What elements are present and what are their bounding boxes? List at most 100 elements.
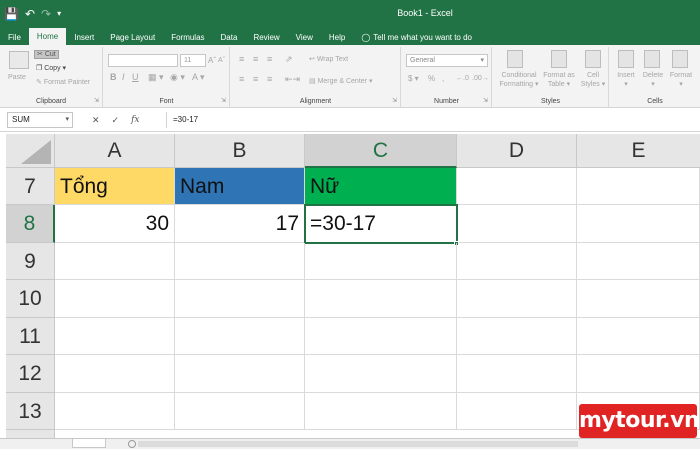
shrink-font-icon[interactable]: Aˇ — [218, 56, 225, 65]
cell-e8[interactable] — [577, 205, 700, 243]
cell-b9[interactable] — [175, 243, 305, 280]
column-header-d[interactable]: D — [457, 134, 577, 168]
column-header-c[interactable]: C — [305, 134, 457, 168]
row-header-7[interactable]: 7 — [6, 168, 55, 205]
tab-formulas[interactable]: Formulas — [163, 30, 212, 45]
cell-c10[interactable] — [305, 280, 457, 318]
tab-data[interactable]: Data — [213, 30, 246, 45]
delete-cells-button[interactable]: Delete ▾ — [640, 71, 666, 89]
cell-c9[interactable] — [305, 243, 457, 280]
dialog-launcher-icon[interactable]: ⇲ — [221, 97, 226, 104]
cell-styles-button[interactable]: Cell Styles ▾ — [579, 71, 607, 89]
font-name-field[interactable] — [108, 54, 178, 67]
cell-a10[interactable] — [55, 280, 175, 318]
sheet-tab[interactable] — [72, 439, 106, 448]
cell-a9[interactable] — [55, 243, 175, 280]
tab-view[interactable]: View — [288, 30, 321, 45]
column-header-e[interactable]: E — [577, 134, 700, 168]
number-format-field[interactable]: General ▾ — [406, 54, 488, 67]
dialog-launcher-icon[interactable]: ⇲ — [392, 97, 397, 104]
cell-e12[interactable] — [577, 355, 700, 393]
row-header-10[interactable]: 10 — [6, 280, 55, 318]
cancel-icon[interactable]: ✕ — [92, 115, 100, 126]
dialog-launcher-icon[interactable]: ⇲ — [94, 97, 99, 104]
tab-file[interactable]: File — [0, 30, 29, 45]
font-size-field[interactable]: 11 — [180, 54, 206, 67]
cell-e10[interactable] — [577, 280, 700, 318]
comma-style-icon[interactable]: , — [442, 74, 444, 83]
paste-icon[interactable] — [9, 51, 29, 69]
cell-d10[interactable] — [457, 280, 577, 318]
row-header-8[interactable]: 8 — [6, 205, 55, 243]
borders-icon[interactable]: ▦ ▾ — [148, 73, 164, 82]
conditional-formatting-button[interactable]: Conditional Formatting ▾ — [497, 71, 541, 89]
format-cells-button[interactable]: Format ▾ — [667, 71, 695, 89]
insert-function-icon[interactable]: fx — [131, 115, 139, 125]
cell-b10[interactable] — [175, 280, 305, 318]
cell-d9[interactable] — [457, 243, 577, 280]
tab-insert[interactable]: Insert — [66, 30, 102, 45]
increase-decimal-icon[interactable]: ←.0 — [456, 74, 469, 83]
column-header-a[interactable]: A — [55, 134, 175, 168]
row-header-12[interactable]: 12 — [6, 355, 55, 393]
column-header-b[interactable]: B — [175, 134, 305, 168]
insert-cells-button[interactable]: Insert ▾ — [614, 71, 638, 89]
merge-center-button[interactable]: ▤ Merge & Center ▾ — [309, 77, 372, 86]
middle-align-icon[interactable]: ≡ — [253, 55, 258, 64]
grow-font-icon[interactable]: Aˆ — [208, 56, 216, 65]
fill-color-icon[interactable]: ◉ ▾ — [170, 73, 185, 82]
indent-icon[interactable]: ⇤⇥ — [285, 75, 300, 84]
cell-d7[interactable] — [457, 168, 577, 205]
cell-c8[interactable]: =30-17 — [305, 205, 457, 243]
add-sheet-icon[interactable] — [128, 440, 136, 448]
italic-button[interactable]: I — [122, 73, 125, 82]
cell-b7[interactable]: Nam — [175, 168, 305, 205]
cell-b12[interactable] — [175, 355, 305, 393]
formula-input[interactable]: =30-17 — [166, 112, 700, 128]
align-right-icon[interactable]: ≡ — [267, 75, 272, 84]
font-color-icon[interactable]: A ▾ — [192, 73, 205, 82]
cell-c13[interactable] — [305, 393, 457, 430]
currency-icon[interactable]: $ ▾ — [408, 74, 419, 83]
cell-d8[interactable] — [457, 205, 577, 243]
cell-d13[interactable] — [457, 393, 577, 430]
row-header-14[interactable] — [6, 430, 55, 438]
cell-a12[interactable] — [55, 355, 175, 393]
cell-d12[interactable] — [457, 355, 577, 393]
wrap-text-button[interactable]: ↩ Wrap Text — [309, 55, 348, 64]
row-header-13[interactable]: 13 — [6, 393, 55, 430]
underline-button[interactable]: U — [132, 73, 139, 82]
tab-help[interactable]: Help — [321, 30, 353, 45]
cut-button[interactable]: ✂ Cut — [34, 50, 59, 59]
cell-d11[interactable] — [457, 318, 577, 355]
horizontal-scrollbar[interactable] — [138, 441, 578, 447]
paste-button[interactable]: Paste — [8, 73, 26, 82]
cell-c11[interactable] — [305, 318, 457, 355]
decrease-decimal-icon[interactable]: .00→ — [472, 74, 489, 83]
orientation-icon[interactable]: ⇗ — [285, 55, 293, 64]
bold-button[interactable]: B — [110, 73, 117, 82]
format-painter-button[interactable]: ✎ Format Painter — [36, 78, 90, 87]
cell-a11[interactable] — [55, 318, 175, 355]
chevron-down-icon[interactable]: ▾ — [65, 113, 69, 127]
cell-a13[interactable] — [55, 393, 175, 430]
cell-a7[interactable]: Tổng — [55, 168, 175, 205]
tab-home[interactable]: Home — [28, 28, 67, 45]
percent-icon[interactable]: % — [428, 74, 435, 83]
select-all-button[interactable] — [6, 134, 55, 168]
cell-e9[interactable] — [577, 243, 700, 280]
enter-icon[interactable]: ✓ — [112, 115, 120, 126]
cell-b8[interactable]: 17 — [175, 205, 305, 243]
tab-review[interactable]: Review — [245, 30, 287, 45]
tab-page-layout[interactable]: Page Layout — [102, 30, 163, 45]
cell-c12[interactable] — [305, 355, 457, 393]
cell-e7[interactable] — [577, 168, 700, 205]
format-as-table-button[interactable]: Format as Table ▾ — [541, 71, 577, 89]
cell-b13[interactable] — [175, 393, 305, 430]
dialog-launcher-icon[interactable]: ⇲ — [483, 97, 488, 104]
align-left-icon[interactable]: ≡ — [239, 75, 244, 84]
cell-e11[interactable] — [577, 318, 700, 355]
name-box[interactable]: SUM ▾ — [7, 112, 73, 128]
align-center-icon[interactable]: ≡ — [253, 75, 258, 84]
cell-c7[interactable]: Nữ — [305, 168, 457, 205]
